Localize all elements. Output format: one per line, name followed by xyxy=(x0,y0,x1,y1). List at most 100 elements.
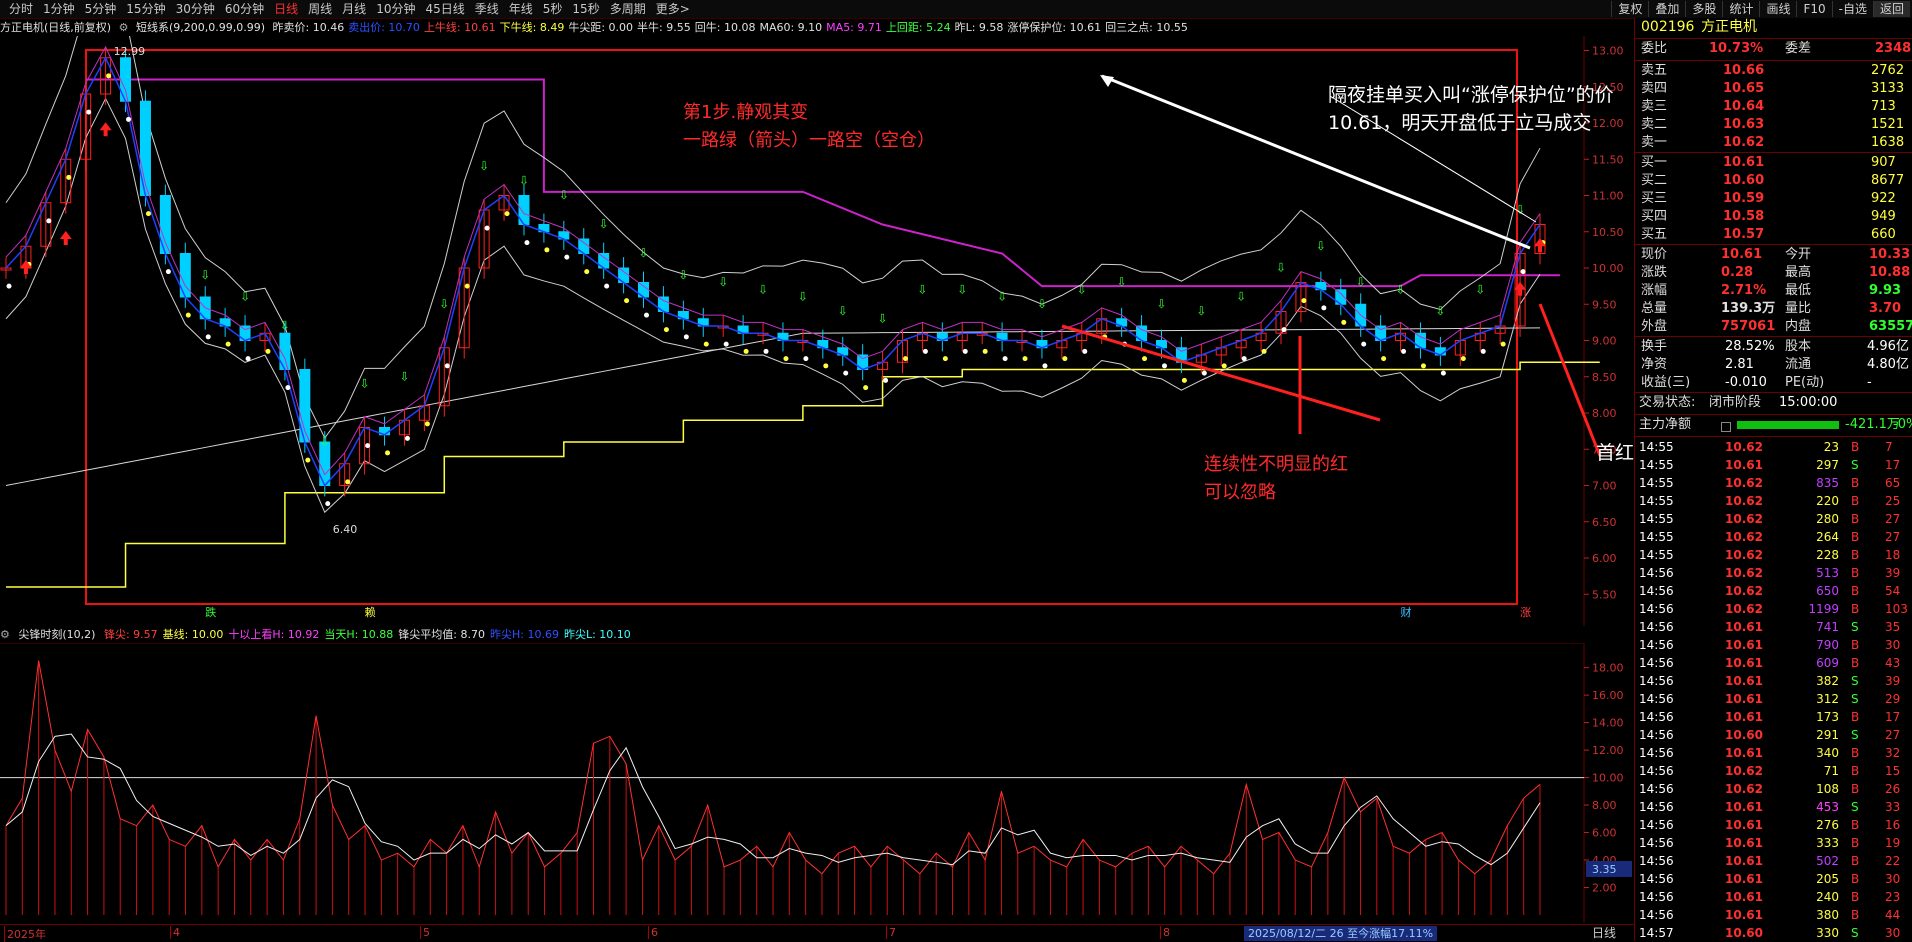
tick-count: 30 xyxy=(1885,872,1901,886)
bid-price: 10.57 xyxy=(1723,227,1765,242)
tab-3[interactable]: 15分钟 xyxy=(121,1,170,17)
tick-direction: B xyxy=(1851,746,1860,760)
tab-5[interactable]: 60分钟 xyxy=(220,1,269,17)
signal-dot xyxy=(1361,341,1367,347)
main-net-pct: -0% xyxy=(1893,417,1912,432)
menu-2[interactable]: 多股 xyxy=(1685,1,1722,17)
tick-row[interactable]: 14:56 10.62 1199 B 103 xyxy=(1639,600,1912,618)
tick-count: 39 xyxy=(1885,674,1901,688)
tick-row[interactable]: 14:56 10.61 382 S 39 xyxy=(1639,672,1912,690)
tick-row[interactable]: 14:56 10.61 276 B 16 xyxy=(1639,816,1912,834)
spike-chart[interactable]: 18.0016.0014.0012.0010.008.006.004.002.0… xyxy=(0,643,1634,923)
tick-row[interactable]: 14:56 10.60 291 S 27 xyxy=(1639,726,1912,744)
tick-row[interactable]: 14:55 10.62 280 B 27 xyxy=(1639,510,1912,528)
menu-7[interactable]: 返回 xyxy=(1872,1,1910,17)
tab-2[interactable]: 5分钟 xyxy=(80,1,122,17)
tab-11[interactable]: 季线 xyxy=(470,1,504,17)
tick-row[interactable]: 14:55 10.62 23 B 7 xyxy=(1639,438,1912,456)
tab-12[interactable]: 年线 xyxy=(504,1,538,17)
sub-indicator-info: ⚙ 尖锋时刻(10,2) 锋尖: 9.57 基线: 10.00 十以上看H: 10.… xyxy=(0,627,1632,643)
tick-row[interactable]: 14:56 10.61 312 S 29 xyxy=(1639,690,1912,708)
tab-14[interactable]: 15秒 xyxy=(567,1,604,17)
tab-9[interactable]: 10分钟 xyxy=(371,1,420,17)
tab-0[interactable]: 分时 xyxy=(4,1,38,17)
expand-icon[interactable] xyxy=(1721,422,1731,432)
menu-3[interactable]: 统计 xyxy=(1722,1,1759,17)
menu-5[interactable]: F10 xyxy=(1796,1,1831,17)
tick-row[interactable]: 14:56 10.62 108 B 26 xyxy=(1639,780,1912,798)
tick-volume: 312 xyxy=(1816,692,1839,706)
tick-row[interactable]: 14:56 10.61 240 B 23 xyxy=(1639,888,1912,906)
tick-row[interactable]: 14:55 10.62 228 B 18 xyxy=(1639,546,1912,564)
tick-row[interactable]: 14:57 10.60 330 S 30 xyxy=(1639,924,1912,941)
tick-count: 17 xyxy=(1885,710,1901,724)
tick-volume: 205 xyxy=(1816,872,1839,886)
tab-10[interactable]: 45日线 xyxy=(420,1,469,17)
tick-row[interactable]: 14:56 10.62 650 B 54 xyxy=(1639,582,1912,600)
tick-row[interactable]: 14:56 10.62 71 B 15 xyxy=(1639,762,1912,780)
tab-6[interactable]: 日线 xyxy=(269,1,303,17)
tick-direction: B xyxy=(1851,602,1860,616)
ask-price: 10.62 xyxy=(1723,135,1765,150)
ask-price: 10.65 xyxy=(1723,81,1765,96)
stat-value: 0.28 xyxy=(1721,265,1754,280)
tick-row[interactable]: 14:56 10.61 790 B 30 xyxy=(1639,636,1912,654)
tick-price: 10.60 xyxy=(1725,926,1763,940)
tick-row[interactable]: 14:56 10.61 205 B 30 xyxy=(1639,870,1912,888)
menu-6[interactable]: -自选 xyxy=(1831,1,1873,17)
indicator-name[interactable]: 短线系(9,200,0.99,0.99) xyxy=(136,21,265,34)
tab-4[interactable]: 30分钟 xyxy=(171,1,220,17)
tick-row[interactable]: 14:56 10.61 453 S 33 xyxy=(1639,798,1912,816)
trade-state-time: 15:00:00 xyxy=(1779,395,1838,410)
signal-dot xyxy=(464,283,470,289)
ask-label: 卖四 xyxy=(1641,81,1668,96)
menu-4[interactable]: 画线 xyxy=(1759,1,1796,17)
stat2-label: 换手 xyxy=(1641,339,1668,354)
tick-row[interactable]: 14:56 10.61 609 B 43 xyxy=(1639,654,1912,672)
down-arrow-icon: ⇩ xyxy=(878,311,888,325)
tick-row[interactable]: 14:56 10.61 380 B 44 xyxy=(1639,906,1912,924)
tab-13[interactable]: 5秒 xyxy=(538,1,568,17)
price-tick-label: 8.50 xyxy=(1592,371,1617,384)
down-arrow-icon: ⇩ xyxy=(1276,261,1286,275)
tick-time: 14:56 xyxy=(1639,656,1674,670)
signal-dot xyxy=(305,457,311,463)
stat2-label: 净资 xyxy=(1641,357,1668,372)
tick-price: 10.62 xyxy=(1725,566,1763,580)
stat-label: 涨幅 xyxy=(1641,283,1668,298)
stat-value: 757061 xyxy=(1721,319,1776,334)
indicator-value-9: 上回距: 5.24 xyxy=(885,21,951,34)
tick-row[interactable]: 14:55 10.61 297 S 17 xyxy=(1639,456,1912,474)
tick-row[interactable]: 14:55 10.62 220 B 25 xyxy=(1639,492,1912,510)
signal-dot xyxy=(1381,356,1387,362)
tick-price: 10.61 xyxy=(1725,800,1763,814)
settings-icon[interactable]: ⚙ xyxy=(0,628,10,641)
signal-dot xyxy=(1201,370,1207,376)
tick-volume: 23 xyxy=(1823,440,1839,454)
signal-dot xyxy=(942,356,948,362)
tick-row[interactable]: 14:56 10.61 741 S 35 xyxy=(1639,618,1912,636)
menu-1[interactable]: 叠加 xyxy=(1648,1,1685,17)
settings-icon[interactable]: ⚙ xyxy=(119,21,129,34)
tick-row[interactable]: 14:55 10.62 264 B 27 xyxy=(1639,528,1912,546)
signal-dot xyxy=(145,211,151,217)
tab-7[interactable]: 周线 xyxy=(303,1,337,17)
tick-row[interactable]: 14:56 10.61 340 B 32 xyxy=(1639,744,1912,762)
down-arrow-icon: ⇩ xyxy=(439,297,449,311)
tick-row[interactable]: 14:56 10.62 513 B 39 xyxy=(1639,564,1912,582)
tick-time: 14:56 xyxy=(1639,638,1674,652)
menu-0[interactable]: 复权 xyxy=(1611,1,1648,17)
tab-15[interactable]: 多周期 xyxy=(605,1,651,17)
tick-price: 10.62 xyxy=(1725,530,1763,544)
tab-8[interactable]: 月线 xyxy=(337,1,371,17)
tick-row[interactable]: 14:56 10.61 173 B 17 xyxy=(1639,708,1912,726)
tick-row[interactable]: 14:56 10.61 333 B 19 xyxy=(1639,834,1912,852)
tick-row[interactable]: 14:56 10.61 502 B 22 xyxy=(1639,852,1912,870)
tab-16[interactable]: 更多> xyxy=(651,1,695,17)
stat2-value: 28.52% xyxy=(1725,339,1775,354)
tab-1[interactable]: 1分钟 xyxy=(38,1,80,17)
sub-indicator-name[interactable]: 尖锋时刻(10,2) xyxy=(18,628,95,641)
value-tick-label: 10.00 xyxy=(1592,772,1624,785)
tick-row[interactable]: 14:55 10.62 835 B 65 xyxy=(1639,474,1912,492)
signal-dot xyxy=(185,312,191,318)
